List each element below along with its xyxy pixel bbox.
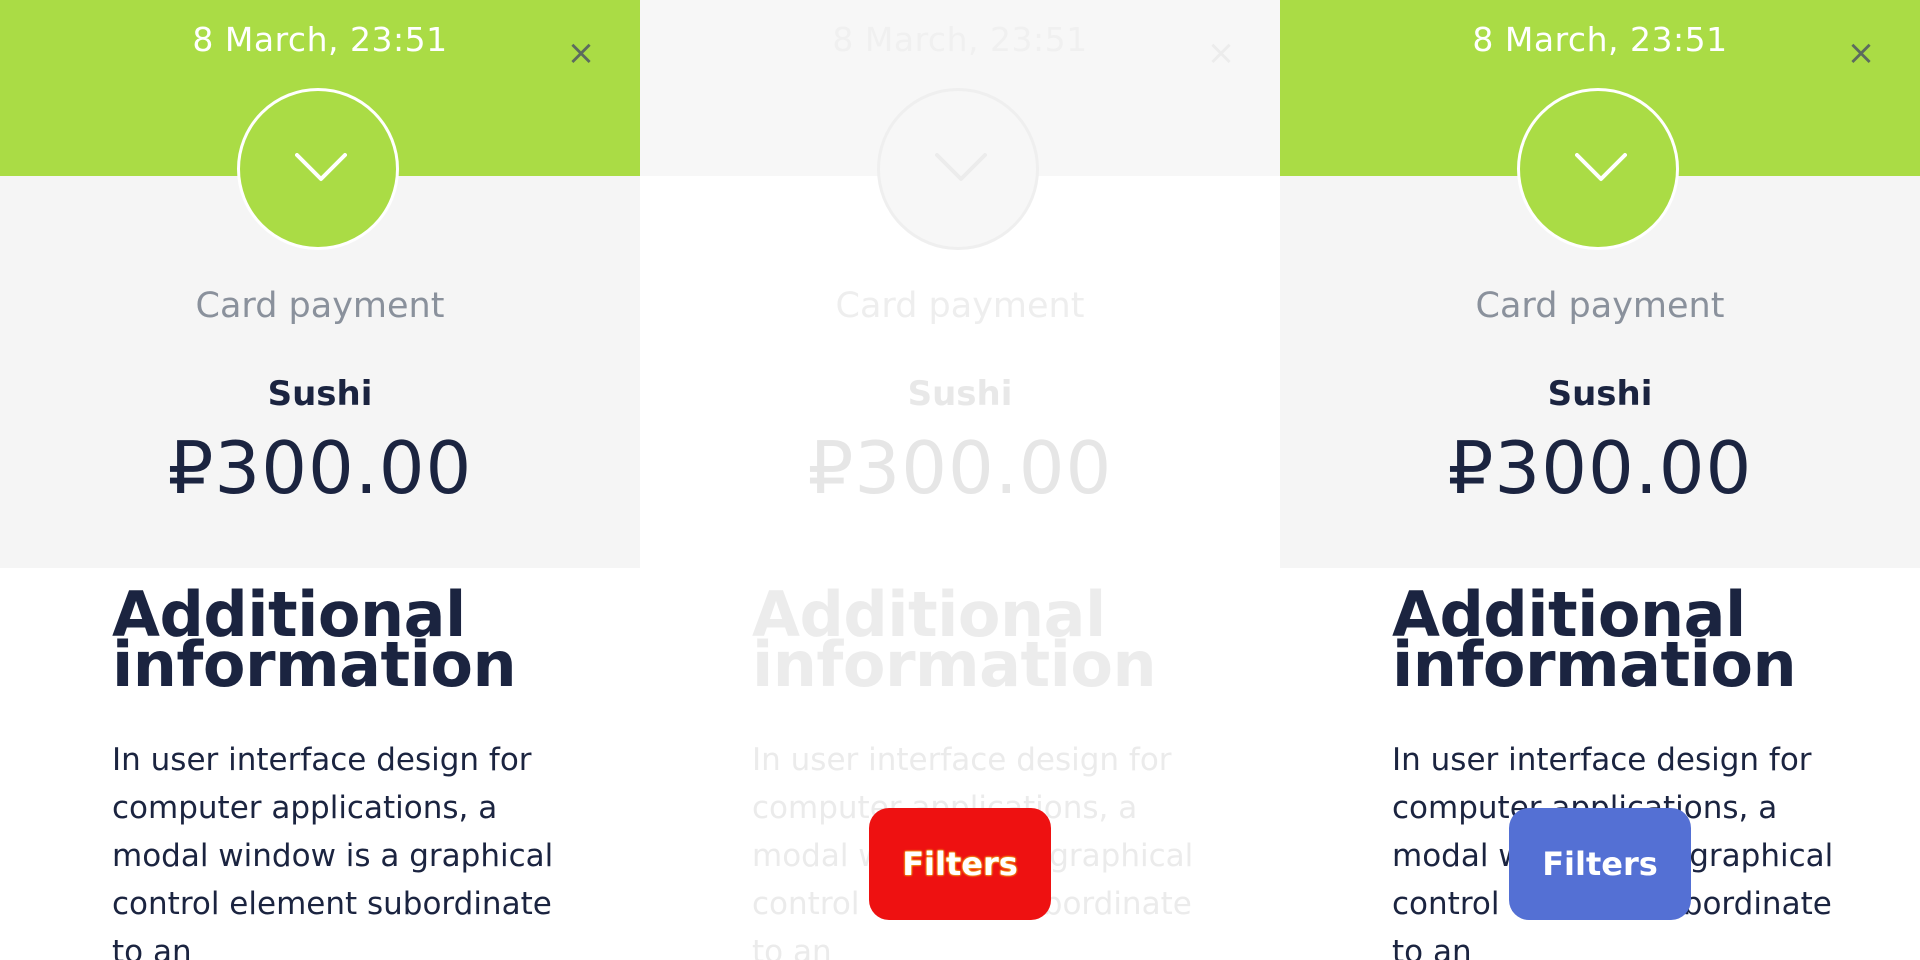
close-icon[interactable]: ×	[1844, 36, 1878, 70]
chevron-down-icon	[295, 153, 347, 181]
filters-button[interactable]: Filters	[1509, 808, 1691, 920]
filters-button-highlighted[interactable]: Filters	[869, 808, 1051, 920]
status-circle	[237, 88, 399, 250]
additional-info-text: In user interface design for computer ap…	[112, 742, 554, 960]
payment-method: Card payment	[835, 286, 1085, 326]
transaction-date: 8 March, 23:51	[1472, 20, 1728, 59]
payment-method: Card payment	[1475, 286, 1725, 326]
chevron-down-icon	[1575, 153, 1627, 181]
merchant-name: Sushi	[1547, 374, 1653, 414]
merchant-name: Sushi	[907, 374, 1013, 414]
transaction-date: 8 March, 23:51	[192, 20, 448, 59]
transaction-amount: ₽300.00	[807, 426, 1113, 510]
additional-info-title: Additional information	[1392, 578, 1797, 701]
transaction-amount: ₽300.00	[1447, 426, 1753, 510]
transaction-modal-1: 8 March, 23:51 × Card payment Sushi ₽300…	[0, 0, 640, 960]
chevron-down-icon	[935, 153, 987, 181]
merchant-name: Sushi	[267, 374, 373, 414]
additional-info-title: Additional information	[112, 578, 517, 701]
close-icon[interactable]: ×	[1204, 36, 1238, 70]
close-icon[interactable]: ×	[564, 36, 598, 70]
status-circle	[1517, 88, 1679, 250]
transaction-amount: ₽300.00	[167, 426, 473, 510]
additional-info-title: Additional information	[752, 578, 1157, 701]
transaction-date: 8 March, 23:51	[832, 20, 1088, 59]
payment-method: Card payment	[195, 286, 445, 326]
status-circle	[877, 88, 1039, 250]
